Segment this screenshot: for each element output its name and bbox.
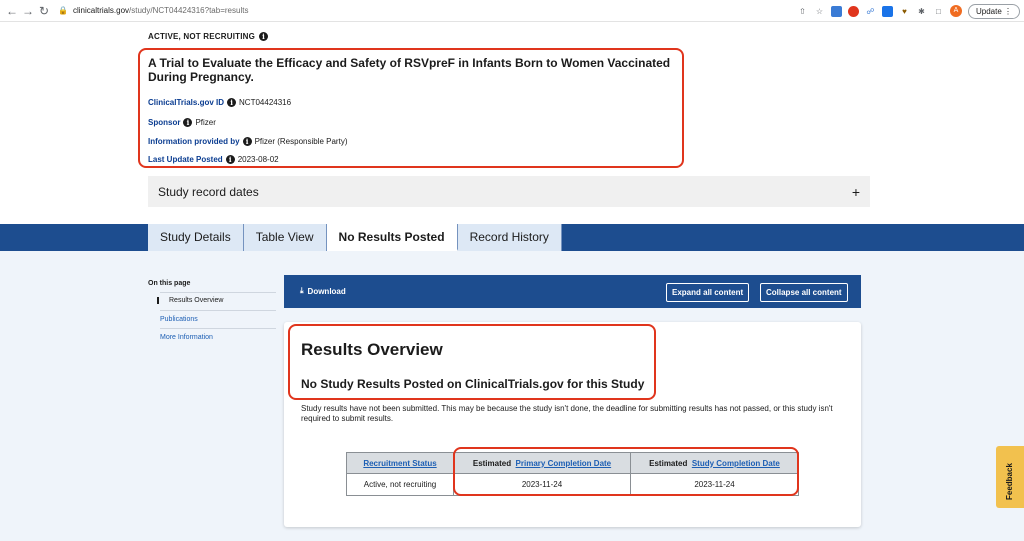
lock-icon: 🔒 (58, 6, 68, 15)
tab-no-results-posted[interactable]: No Results Posted (326, 224, 458, 251)
meta-value: NCT04424316 (239, 98, 292, 107)
extension-mask-icon[interactable]: ♥ (899, 6, 910, 17)
results-description: Study results have not been submitted. T… (301, 404, 833, 423)
back-icon[interactable]: ← (4, 4, 20, 18)
collapse-all-button[interactable]: Collapse all content (760, 283, 848, 302)
sidebar-divider (160, 292, 276, 293)
update-label: Update (975, 6, 1002, 16)
study-tabs: Study Details Table View No Results Post… (148, 224, 562, 251)
info-icon[interactable]: i (183, 118, 193, 127)
extension-link-icon[interactable]: ☍ (865, 6, 876, 17)
plus-icon: + (851, 183, 860, 200)
meta-label: ClinicalTrials.gov ID (148, 98, 225, 107)
update-button[interactable]: Update ⋮ (967, 3, 1020, 19)
recruitment-status-link[interactable]: Recruitment Status (363, 459, 436, 468)
study-status-text: ACTIVE, NOT RECRUITING (148, 32, 256, 41)
url-path: /study/NCT04424316?tab=results (129, 6, 249, 15)
extension-k-icon[interactable] (881, 5, 893, 17)
sidebar-divider (160, 310, 276, 311)
meta-nct-id: ClinicalTrials.gov ID i NCT04424316 (148, 98, 291, 107)
tab-study-details[interactable]: Study Details (148, 224, 244, 251)
download-label: Download (307, 286, 346, 296)
info-icon[interactable]: i (227, 98, 237, 107)
meta-label: Information provided by (148, 137, 240, 146)
record-dates-label: Study record dates (158, 184, 259, 199)
sidebar-item-results-overview[interactable]: Results Overview (157, 297, 285, 304)
results-overview-heading: Results Overview (301, 340, 443, 359)
highlight-box-dates (453, 447, 799, 496)
info-icon[interactable]: i (259, 32, 269, 41)
tab-table-view[interactable]: Table View (243, 224, 327, 251)
meta-label: Sponsor (148, 118, 181, 127)
sidebar-title: On this page (148, 280, 191, 287)
tab-record-history[interactable]: Record History (457, 224, 562, 251)
profile-avatar[interactable]: A (949, 5, 962, 17)
meta-value: Pfizer (195, 118, 216, 127)
browser-toolbar: ← → ↻ 🔒 clinicaltrials.gov/study/NCT0442… (0, 0, 1024, 22)
expand-all-button[interactable]: Expand all content (666, 283, 750, 302)
address-bar[interactable]: 🔒 clinicaltrials.gov/study/NCT04424316?t… (58, 2, 838, 19)
no-results-heading: No Study Results Posted on ClinicalTrial… (301, 377, 645, 391)
study-record-dates-accordion[interactable]: Study record dates + (148, 176, 870, 207)
info-icon[interactable]: i (225, 155, 235, 164)
sidebar-item-publications[interactable]: Publications (148, 316, 276, 323)
reload-icon[interactable]: ↻ (36, 4, 52, 18)
cell-recruitment-status: Active, not recruiting (346, 473, 454, 496)
download-button[interactable]: ⤓ Download (300, 286, 346, 296)
feedback-label: Feedback (1005, 463, 1014, 500)
meta-value: Pfizer (Responsible Party) (254, 137, 348, 146)
sidebar-divider (160, 328, 276, 329)
share-icon[interactable]: ⇧ (797, 6, 808, 17)
meta-value: 2023-08-02 (237, 155, 279, 164)
sidepanel-icon[interactable]: □ (933, 6, 944, 17)
study-title: A Trial to Evaluate the Efficacy and Saf… (148, 56, 671, 84)
puzzle-icon[interactable]: ✱ (916, 6, 927, 17)
feedback-tab[interactable]: Feedback (996, 446, 1024, 508)
meta-information-provided: Information provided by i Pfizer (Respon… (148, 137, 347, 146)
extension-docs-icon[interactable] (830, 5, 842, 17)
column-header-recruitment-status: Recruitment Status (346, 452, 454, 474)
meta-label: Last Update Posted (148, 155, 223, 164)
meta-sponsor: Sponsor i Pfizer (148, 118, 216, 127)
forward-icon[interactable]: → (20, 4, 36, 18)
download-icon: ⤓ (300, 286, 304, 295)
sidebar-item-more-information[interactable]: More Information (148, 334, 276, 341)
url-host: clinicaltrials.gov (73, 6, 130, 15)
extension-opera-icon[interactable] (847, 5, 859, 17)
study-status: ACTIVE, NOT RECRUITING i (148, 32, 269, 41)
info-icon[interactable]: i (242, 137, 252, 146)
content-toolbar: ⤓ Download Expand all content Collapse a… (284, 275, 861, 308)
star-icon[interactable]: ☆ (814, 6, 825, 17)
meta-last-update: Last Update Posted i 2023-08-02 (148, 155, 279, 164)
